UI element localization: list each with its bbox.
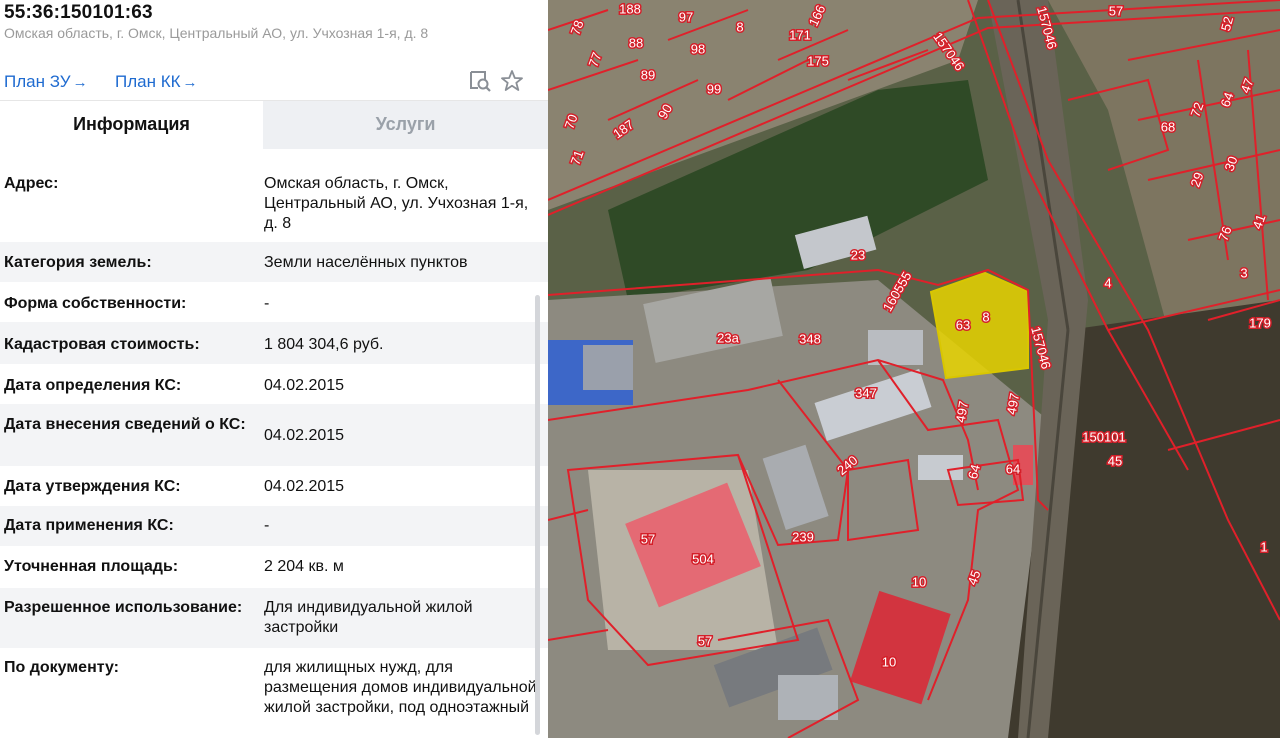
parcel-label[interactable]: 150101 <box>1081 428 1127 446</box>
parcel-label[interactable]: 64 <box>1004 460 1021 478</box>
table-row: Дата утверждения КС: 04.02.2015 <box>0 466 548 506</box>
table-row-cut-off <box>0 148 548 160</box>
parcel-label[interactable]: 347 <box>854 384 879 402</box>
table-row: Дата внесения сведений о КС: 04.02.2015 <box>0 404 548 466</box>
map-canvas[interactable]: 188978 166 57157046 52787788 981711758999707… <box>548 0 1280 738</box>
table-row: Разрешенное использование: Для индивидуа… <box>0 588 548 648</box>
row-key: Дата определения КС: <box>4 377 182 394</box>
row-key: Категория земель: <box>4 254 152 271</box>
row-key: Уточненная площадь: <box>4 558 179 575</box>
row-key: Разрешенное использование: <box>4 599 243 616</box>
parcel-label[interactable]: 63 <box>954 316 971 334</box>
table-row: Кадастровая стоимость: 1 804 304,6 руб. <box>0 322 548 364</box>
parcel-label[interactable]: 179 <box>1248 314 1273 332</box>
parcel-label[interactable]: 1 <box>1259 538 1269 556</box>
row-value: 04.02.2015 <box>264 377 345 394</box>
tab-services[interactable]: Услуги <box>263 101 548 149</box>
star-icon[interactable] <box>499 68 525 94</box>
row-value: - <box>264 295 270 312</box>
parcel-label[interactable]: 175 <box>806 52 831 70</box>
parcel-label[interactable]: 88 <box>627 34 644 52</box>
table-row: Дата применения КС: - <box>0 506 548 546</box>
parcel-label[interactable]: 23 <box>849 246 866 264</box>
parcel-label[interactable]: 99 <box>705 80 722 98</box>
parcel-label[interactable]: 171 <box>788 26 813 44</box>
parcel-label[interactable]: 239 <box>791 528 816 546</box>
tab-information[interactable]: Информация <box>0 101 263 149</box>
parcel-label[interactable]: 348 <box>798 330 823 348</box>
parcel-label[interactable]: 98 <box>689 40 706 58</box>
plan-zu-link[interactable]: План ЗУ → <box>4 72 88 92</box>
parcel-label[interactable]: 45 <box>1106 452 1123 470</box>
tab-bar: Информация Услуги <box>0 100 548 149</box>
row-value: Земли населённых пунктов <box>264 254 468 271</box>
cadastral-number: 55:36:150101:63 <box>4 2 153 23</box>
plan-zu-label: План ЗУ <box>4 72 71 91</box>
row-key: Дата применения КС: <box>4 517 174 534</box>
plan-kk-label: План КК <box>115 72 181 91</box>
row-value: Для индивидуальной жилой застройки <box>264 599 473 636</box>
table-row: Форма собственности: - <box>0 282 548 322</box>
parcel-label[interactable]: 10 <box>880 653 897 671</box>
search-map-icon[interactable] <box>467 68 493 94</box>
row-value: - <box>264 517 270 534</box>
parcel-label[interactable]: 57 <box>639 530 656 548</box>
selected-parcel-highlight[interactable] <box>929 271 1029 380</box>
parcel-label[interactable]: 89 <box>639 66 656 84</box>
parcel-label[interactable]: 504 <box>691 550 716 568</box>
parcel-label[interactable]: 57 <box>1107 2 1124 20</box>
row-value: 2 204 кв. м <box>264 558 344 575</box>
plan-links-bar: План ЗУ → План КК → <box>0 66 548 98</box>
parcel-label[interactable]: 10 <box>910 573 927 591</box>
arrow-right-icon: → <box>182 74 198 91</box>
building <box>778 675 838 720</box>
cadastral-map[interactable]: 188 97 8 166 57 157046 52 78 77 88 98 171 175 89 99 70 7… <box>548 0 1280 738</box>
row-value: Омская область, г. Омск, Центральный АО,… <box>264 175 529 232</box>
table-row: По документу: для жилищных нужд, для раз… <box>0 648 548 738</box>
parcel-label[interactable]: 8 <box>981 308 991 326</box>
row-key: Кадастровая стоимость: <box>4 336 200 353</box>
parcel-label[interactable]: 57 <box>696 632 713 650</box>
arrow-right-icon: → <box>72 74 88 91</box>
row-key: Адрес: <box>4 175 59 192</box>
table-row: Дата определения КС: 04.02.2015 <box>0 364 548 404</box>
parcel-label[interactable]: 4 <box>1103 274 1113 292</box>
table-row: Уточненная площадь: 2 204 кв. м <box>0 546 548 588</box>
plan-kk-link[interactable]: План КК → <box>115 72 198 92</box>
info-table: Адрес: Омская область, г. Омск, Централь… <box>0 148 548 738</box>
info-panel: 55:36:150101:63 Омская область, г. Омск,… <box>0 0 548 738</box>
parcel-label[interactable]: 8 <box>735 18 745 36</box>
row-value: 04.02.2015 <box>264 478 345 495</box>
row-key: Форма собственности: <box>4 295 187 312</box>
table-row: Категория земель: Земли населённых пункт… <box>0 242 548 282</box>
row-value: для жилищных нужд, для размещения домов … <box>264 659 537 716</box>
parcel-label[interactable]: 97 <box>677 8 694 26</box>
parcel-label[interactable]: 188 <box>618 0 643 18</box>
row-value: 04.02.2015 <box>264 427 345 444</box>
parcel-label[interactable]: 68 <box>1159 118 1176 136</box>
row-key: Дата внесения сведений о КС: <box>4 416 246 433</box>
row-value: 1 804 304,6 руб. <box>264 336 384 353</box>
table-row: Адрес: Омская область, г. Омск, Централь… <box>0 160 548 242</box>
building <box>918 455 963 480</box>
building <box>583 345 633 390</box>
row-key: По документу: <box>4 659 119 676</box>
parcel-label[interactable]: 23a <box>716 329 741 347</box>
parcel-address-subtitle: Омская область, г. Омск, Центральный АО,… <box>4 25 429 41</box>
parcel-label[interactable]: 3 <box>1239 264 1249 282</box>
row-key: Дата утверждения КС: <box>4 478 181 495</box>
scrollbar[interactable] <box>535 295 540 735</box>
